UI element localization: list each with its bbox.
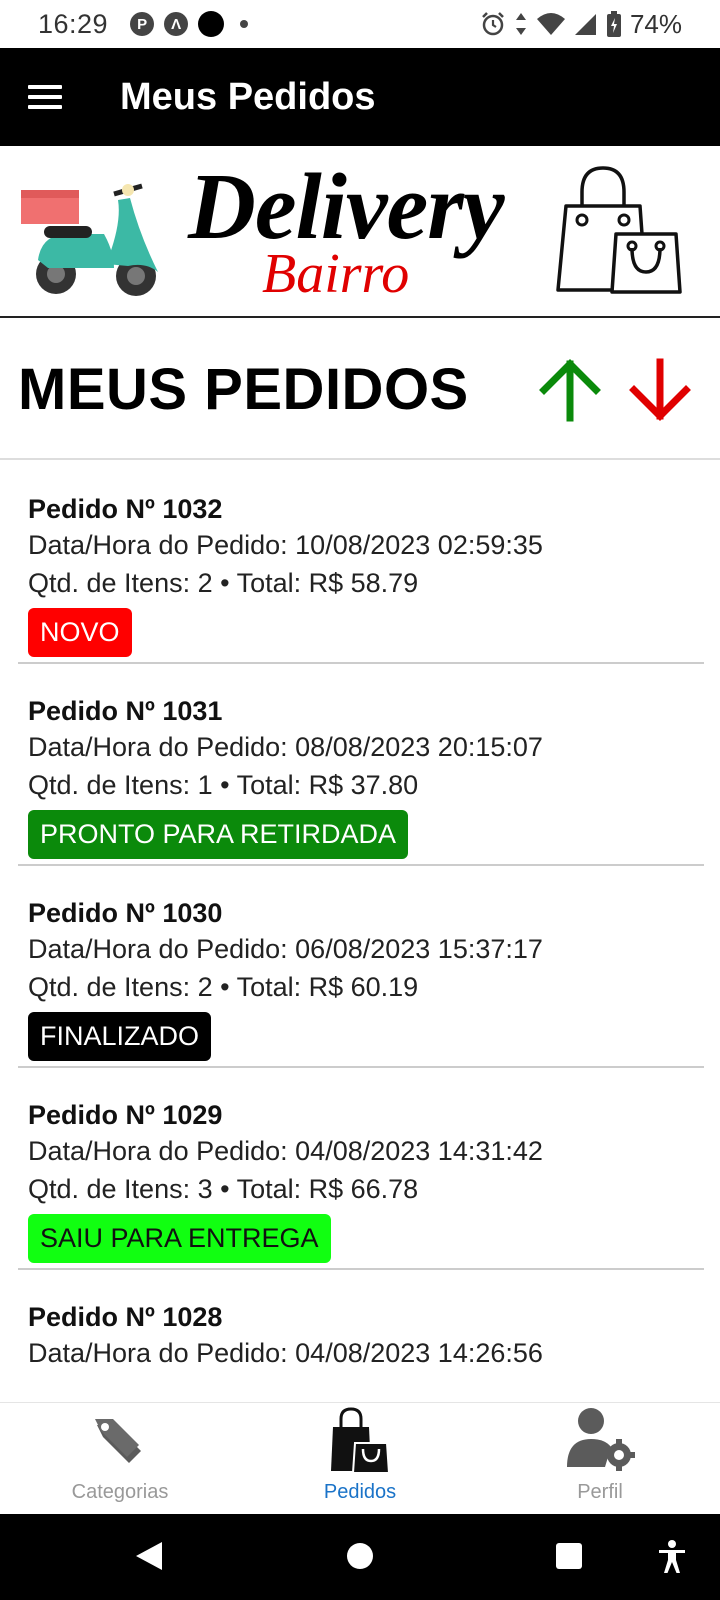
status-time: 16:29 <box>38 8 109 39</box>
app-bar-title: Meus Pedidos <box>120 75 376 118</box>
order-datetime: Data/Hora do Pedido: 10/08/2023 02:59:35 <box>28 530 543 560</box>
system-navigation-bar <box>0 1514 720 1600</box>
order-summary: Qtd. de Itens: 2 • Total: R$ 60.19 <box>28 972 419 1002</box>
order-card[interactable]: Pedido Nº 1028 Data/Hora do Pedido: 04/0… <box>18 1270 704 1402</box>
order-summary: Qtd. de Itens: 1 • Total: R$ 37.80 <box>28 770 419 800</box>
section-title: MEUS PEDIDOS <box>18 357 469 422</box>
system-status-icons: 74% <box>480 9 682 40</box>
order-status-badge: SAIU PARA ENTREGA <box>28 1214 331 1263</box>
order-number: Pedido Nº 1030 <box>28 898 223 928</box>
order-list[interactable]: Pedido Nº 1032 Data/Hora do Pedido: 10/0… <box>18 460 704 1402</box>
notification-app-icon: Λ <box>164 12 189 36</box>
alarm-icon <box>482 12 504 36</box>
app-bar: Meus Pedidos <box>0 48 720 146</box>
tags-icon <box>95 1419 141 1463</box>
order-datetime: Data/Hora do Pedido: 04/08/2023 14:26:56 <box>28 1338 543 1368</box>
section-header: MEUS PEDIDOS <box>0 318 720 460</box>
nav-item-categorias[interactable]: Categorias <box>0 1403 240 1514</box>
order-number: Pedido Nº 1031 <box>28 696 223 726</box>
sort-descending-arrow-icon[interactable] <box>628 358 692 422</box>
order-status-badge: FINALIZADO <box>28 1012 212 1061</box>
accessibility-icon[interactable] <box>658 1540 686 1574</box>
more-notifications-icon <box>240 20 249 28</box>
hamburger-menu-icon <box>28 85 62 109</box>
shopping-bags-icon <box>331 1407 391 1474</box>
order-number: Pedido Nº 1029 <box>28 1100 223 1130</box>
notification-icons: P Λ <box>130 11 249 37</box>
recents-icon[interactable] <box>555 1542 583 1570</box>
notification-app-icon <box>198 11 225 37</box>
order-status-badge: PRONTO PARA RETIRDADA <box>28 810 409 859</box>
order-datetime: Data/Hora do Pedido: 08/08/2023 20:15:07 <box>28 732 543 762</box>
nav-label-perfil: Perfil <box>577 1481 623 1503</box>
order-card[interactable]: Pedido Nº 1029 Data/Hora do Pedido: 04/0… <box>18 1068 704 1270</box>
nav-label-categorias: Categorias <box>71 1481 169 1503</box>
status-bar: 16:29 P Λ 74% <box>0 0 720 48</box>
scooter-icon <box>21 183 158 296</box>
order-card[interactable]: Pedido Nº 1032 Data/Hora do Pedido: 10/0… <box>18 460 704 664</box>
order-datetime: Data/Hora do Pedido: 06/08/2023 15:37:17 <box>28 934 543 964</box>
order-status-badge: NOVO <box>28 608 132 657</box>
logo-delivery-text: Delivery <box>188 155 505 259</box>
nav-item-perfil[interactable]: Perfil <box>480 1403 720 1514</box>
sort-ascending-arrow-icon[interactable] <box>538 358 602 422</box>
user-settings-icon <box>567 1408 635 1471</box>
battery-percent: 74% <box>629 8 682 39</box>
wifi-icon <box>536 13 565 35</box>
bottom-navigation: Categorias Pedidos Perfil <box>0 1402 720 1514</box>
menu-button[interactable] <box>0 48 90 146</box>
notification-app-icon: P <box>130 12 155 36</box>
shopping-bags-logo-icon <box>556 166 682 294</box>
order-number: Pedido Nº 1028 <box>28 1302 223 1332</box>
battery-icon <box>606 11 621 37</box>
order-summary: Qtd. de Itens: 2 • Total: R$ 58.79 <box>28 568 419 598</box>
cell-signal-icon <box>574 14 596 35</box>
back-icon[interactable] <box>134 1540 164 1572</box>
logo-bairro-text: Bairro <box>262 243 410 305</box>
home-icon[interactable] <box>346 1542 374 1570</box>
order-datetime: Data/Hora do Pedido: 04/08/2023 14:31:42 <box>28 1136 543 1166</box>
nav-label-pedidos: Pedidos <box>323 1481 397 1503</box>
order-number: Pedido Nº 1032 <box>28 494 223 524</box>
order-summary: Qtd. de Itens: 3 • Total: R$ 66.78 <box>28 1174 419 1204</box>
nav-item-pedidos[interactable]: Pedidos <box>240 1403 480 1514</box>
order-card[interactable]: Pedido Nº 1030 Data/Hora do Pedido: 06/0… <box>18 866 704 1068</box>
order-card[interactable]: Pedido Nº 1031 Data/Hora do Pedido: 08/0… <box>18 664 704 866</box>
data-arrows-icon <box>515 13 526 35</box>
brand-banner: Delivery Bairro <box>0 146 720 318</box>
